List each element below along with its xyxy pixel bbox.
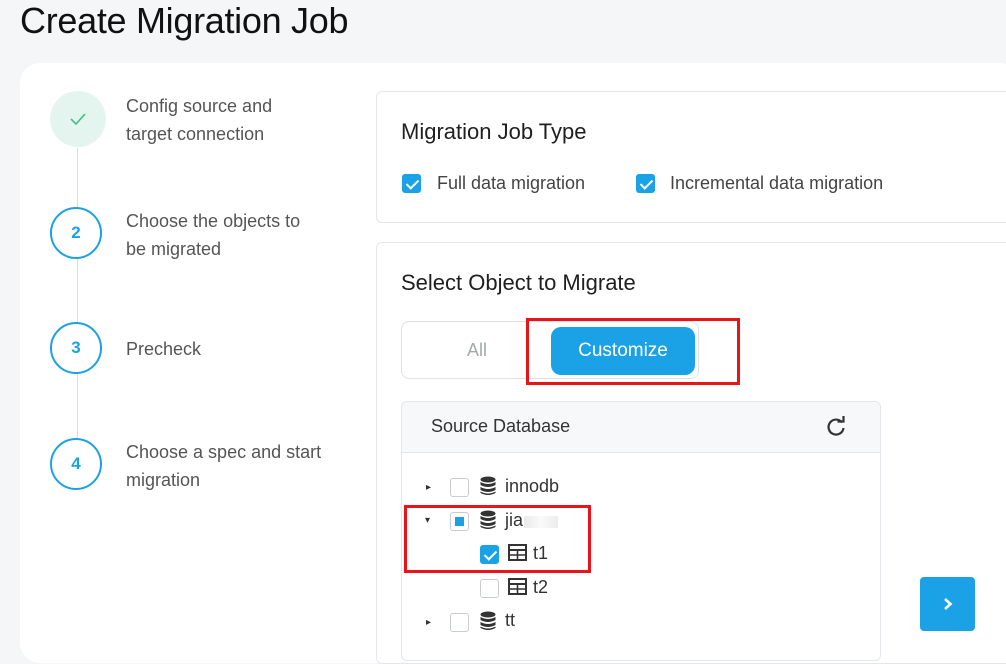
tree-header: Source Database xyxy=(402,402,880,453)
chevron-right-icon xyxy=(943,598,952,610)
t2-checkbox[interactable] xyxy=(480,579,499,598)
expand-caret-icon[interactable]: ▸ xyxy=(426,617,431,628)
step-4-label: Choose a spec and start migration xyxy=(126,442,322,490)
job-type-title: Migration Job Type xyxy=(401,119,587,144)
step-connector xyxy=(77,148,78,466)
step-4-indicator: 4 xyxy=(50,438,102,490)
checkmark-icon xyxy=(70,113,86,126)
highlight-customize xyxy=(526,318,740,385)
full-migration-label[interactable]: Full data migration xyxy=(437,173,585,194)
step-1-label: Config source and target connection xyxy=(126,96,273,144)
tt-checkbox[interactable] xyxy=(450,613,469,632)
source-database-title: Source Database xyxy=(431,416,571,436)
incremental-migration-label[interactable]: Incremental data migration xyxy=(670,173,883,194)
highlight-selected-objects xyxy=(404,505,591,573)
step-3-label: Precheck xyxy=(126,339,202,359)
next-button[interactable] xyxy=(920,577,975,631)
refresh-icon[interactable] xyxy=(825,416,847,438)
incremental-migration-checkbox[interactable] xyxy=(636,174,655,193)
expand-caret-icon[interactable]: ▸ xyxy=(426,482,431,493)
select-object-title: Select Object to Migrate xyxy=(401,270,636,295)
database-icon xyxy=(480,476,496,495)
step-1-done-indicator xyxy=(50,91,106,147)
table-icon xyxy=(508,578,527,595)
step-2-indicator: 2 xyxy=(50,207,102,259)
page-title: Create Migration Job xyxy=(20,0,349,41)
full-migration-checkbox[interactable] xyxy=(402,174,421,193)
db-innodb-label[interactable]: innodb xyxy=(505,476,559,497)
db-tt-label[interactable]: tt xyxy=(505,610,515,631)
database-icon xyxy=(480,611,496,630)
innodb-checkbox[interactable] xyxy=(450,478,469,497)
table-t2-label[interactable]: t2 xyxy=(533,577,548,598)
step-3-indicator: 3 xyxy=(50,322,102,374)
step-2-label: Choose the objects to be migrated xyxy=(126,211,301,259)
job-type-panel xyxy=(376,91,1006,223)
